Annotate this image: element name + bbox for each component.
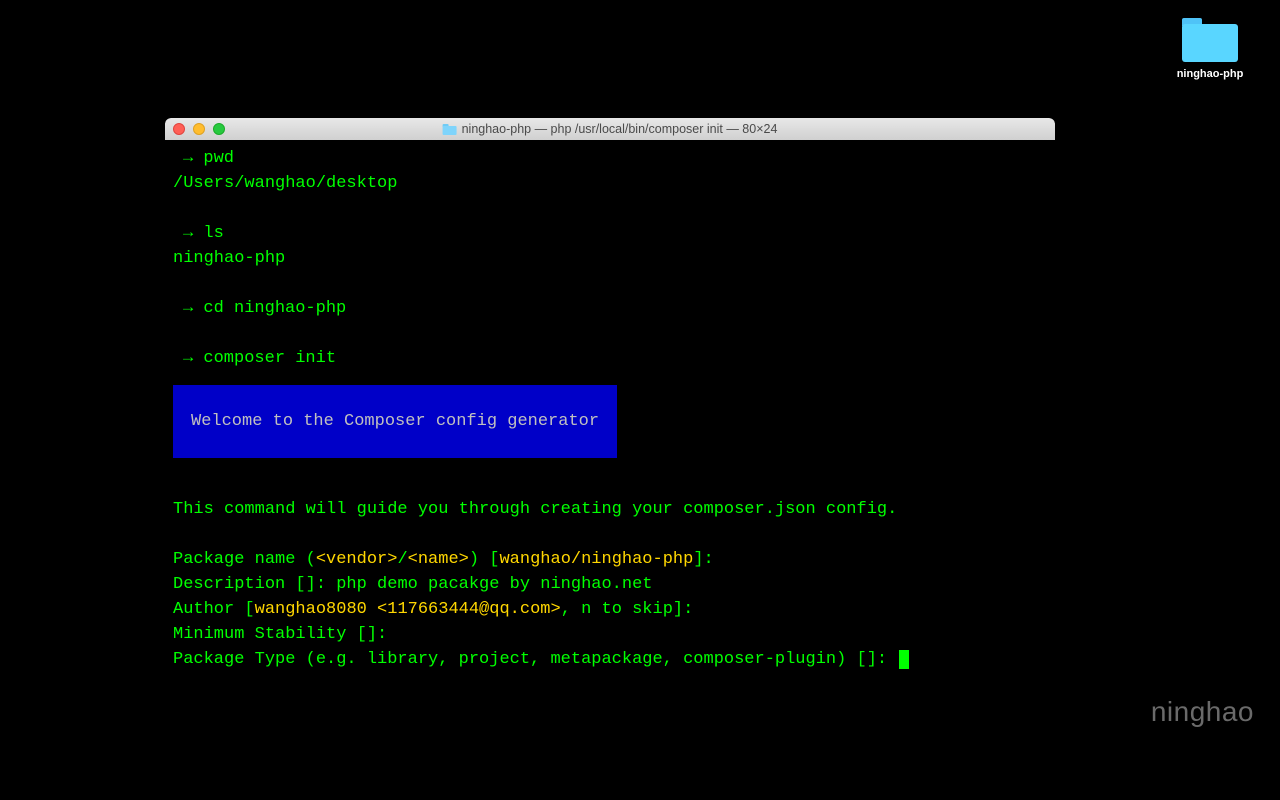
maximize-icon[interactable] — [213, 123, 225, 135]
terminal-window[interactable]: ninghao-php — php /usr/local/bin/compose… — [165, 118, 1055, 753]
terminal-prompt-author: Author [wanghao8080 <117663444@qq.com>, … — [173, 597, 1047, 622]
terminal-blank — [173, 472, 1047, 497]
terminal-cursor — [899, 650, 909, 669]
window-controls — [173, 123, 225, 135]
terminal-prompt-description: Description []: php demo pacakge by ning… — [173, 572, 1047, 597]
terminal-line: → cd ninghao-php — [173, 296, 1047, 321]
folder-icon — [443, 124, 457, 135]
terminal-content[interactable]: → pwd /Users/wanghao/desktop → ls ningha… — [165, 140, 1055, 753]
terminal-prompt-stability: Minimum Stability []: — [173, 622, 1047, 647]
watermark-text: ninghao — [1151, 696, 1254, 728]
composer-welcome-box: Welcome to the Composer config generator — [173, 385, 617, 458]
terminal-command: composer init — [203, 349, 336, 368]
terminal-line: → pwd — [173, 146, 1047, 171]
terminal-command: ls — [203, 224, 223, 243]
terminal-command: cd ninghao-php — [203, 299, 346, 318]
minimize-icon[interactable] — [193, 123, 205, 135]
prompt-arrow-icon: → — [183, 349, 193, 368]
desktop-folder-icon[interactable]: ninghao-php — [1170, 18, 1250, 80]
terminal-prompt-package: Package name (<vendor>/<name>) [wanghao/… — [173, 547, 1047, 572]
terminal-line: → composer init — [173, 346, 1047, 371]
terminal-prompt-pkgtype: Package Type (e.g. library, project, met… — [173, 647, 1047, 672]
window-titlebar[interactable]: ninghao-php — php /usr/local/bin/compose… — [165, 118, 1055, 140]
terminal-blank — [173, 321, 1047, 346]
close-icon[interactable] — [173, 123, 185, 135]
prompt-arrow-icon: → — [183, 149, 193, 168]
terminal-output: ninghao-php — [173, 246, 1047, 271]
desktop-folder-label: ninghao-php — [1177, 68, 1244, 80]
terminal-blank — [173, 522, 1047, 547]
terminal-output: This command will guide you through crea… — [173, 497, 1047, 522]
prompt-arrow-icon: → — [183, 224, 193, 243]
terminal-command: pwd — [203, 149, 234, 168]
terminal-line: → ls — [173, 221, 1047, 246]
folder-icon — [1182, 18, 1238, 62]
prompt-arrow-icon: → — [183, 299, 193, 318]
terminal-blank — [173, 196, 1047, 221]
window-title: ninghao-php — php /usr/local/bin/compose… — [443, 122, 778, 136]
terminal-output: /Users/wanghao/desktop — [173, 171, 1047, 196]
terminal-blank — [173, 271, 1047, 296]
window-title-text: ninghao-php — php /usr/local/bin/compose… — [462, 122, 778, 136]
